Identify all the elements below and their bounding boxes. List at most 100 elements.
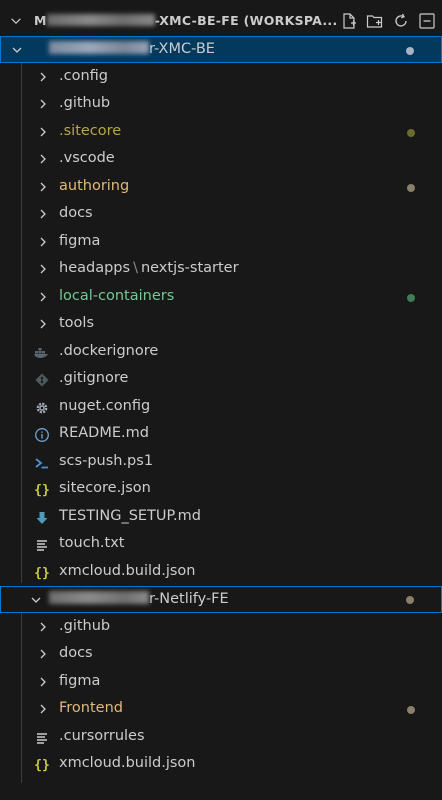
file-testing-setup[interactable]: TESTING_SETUP.md [0,504,442,531]
git-icon [34,372,50,388]
json-icon: {} [34,482,50,498]
workspace-root-xmc-be[interactable]: r-XMC-BE [0,36,442,63]
file-touch-txt[interactable]: touch.txt [0,531,442,558]
status-dot [407,706,415,714]
workspace-title-prefix: M [34,13,47,28]
chevron-right-icon [40,292,46,302]
item-label: xmcloud.build.json [59,755,196,771]
item-label: .dockerignore [59,343,159,359]
item-label: .vscode [59,150,115,166]
item-label: .config [59,68,108,84]
folder-figma-2[interactable]: figma [0,669,442,696]
chevron-right-icon [40,704,46,714]
folder-authoring[interactable]: authoring [0,174,442,201]
folder-config[interactable]: .config [0,64,442,91]
item-label: nextjs-starter [140,260,239,276]
item-label: README.md [59,425,149,441]
text-file-icon [34,730,50,746]
file-sitecore-json[interactable]: {} sitecore.json [0,476,442,503]
redacted-text [49,591,149,604]
folder-github[interactable]: .github [0,91,442,118]
refresh-icon[interactable] [392,12,410,30]
docker-icon [33,345,49,361]
markdown-download-icon [34,510,50,526]
path-separator: \ [133,260,138,276]
chevron-right-icon [40,127,46,137]
folder-figma[interactable]: figma [0,229,442,256]
redacted-text [46,14,155,26]
item-label: tools [59,315,95,331]
root-name-suffix: r-Netlify-FE [149,591,229,607]
root-name-suffix: r-XMC-BE [149,41,215,57]
chevron-right-icon [40,182,46,192]
chevron-right-icon [40,209,46,219]
folder-tools[interactable]: tools [0,311,442,338]
chevron-down-icon[interactable] [9,14,23,28]
item-label: headapps [59,260,131,276]
chevron-right-icon [40,319,46,329]
new-folder-icon[interactable] [366,12,384,30]
item-label: figma [59,673,101,689]
chevron-right-icon [40,72,46,82]
file-xmcloud-build[interactable]: {} xmcloud.build.json [0,559,442,586]
text-file-icon [34,537,50,553]
redacted-text [49,41,149,54]
folder-vscode[interactable]: .vscode [0,146,442,173]
folder-docs[interactable]: docs [0,201,442,228]
status-dot [407,294,415,302]
status-dot [407,184,415,192]
chevron-right-icon [40,677,46,687]
item-label: xmcloud.build.json [59,563,196,579]
item-label: sitecore.json [59,480,151,496]
chevron-right-icon [40,622,46,632]
folder-frontend[interactable]: Frontend [0,696,442,723]
item-label: .github [59,95,111,111]
item-label: TESTING_SETUP.md [59,508,201,524]
workspace-root-netlify-fe[interactable]: r-Netlify-FE [0,586,442,613]
chevron-right-icon [40,264,46,274]
file-xmcloud-build-2[interactable]: {} xmcloud.build.json [0,751,442,778]
folder-local-containers[interactable]: local-containers [0,284,442,311]
item-label: docs [59,205,93,221]
item-label: authoring [59,178,130,194]
item-label: touch.txt [59,535,125,551]
item-label: .sitecore [59,123,122,139]
collapse-all-icon[interactable] [418,12,436,30]
chevron-right-icon [40,99,46,109]
workspace-title-suffix: -XMC-BE-FE (WORKSPA... [154,13,338,28]
item-label: scs-push.ps1 [59,453,154,469]
status-dot [406,47,414,55]
item-label: nuget.config [59,398,151,414]
file-nuget-config[interactable]: nuget.config [0,394,442,421]
status-dot [407,129,415,137]
new-file-icon[interactable] [340,12,358,30]
workspace-header[interactable]: M -XMC-BE-FE (WORKSPA... [0,6,442,36]
chevron-right-icon [40,237,46,247]
explorer-toolbar [340,12,436,30]
chevron-right-icon [40,154,46,164]
folder-docs-2[interactable]: docs [0,641,442,668]
file-dockerignore[interactable]: .dockerignore [0,339,442,366]
file-cursorrules[interactable]: .cursorrules [0,724,442,751]
root-label: r-Netlify-FE [49,591,229,607]
item-label: Frontend [59,700,123,716]
gear-icon [34,400,50,416]
compact-folder-label: headapps \ nextjs-starter [59,260,239,276]
item-label: .gitignore [59,370,129,386]
status-dot [406,596,414,604]
json-icon: {} [34,565,50,581]
file-gitignore[interactable]: .gitignore [0,366,442,393]
chevron-down-icon [31,597,41,603]
folder-headapps[interactable]: headapps \ nextjs-starter [0,256,442,283]
file-scs-push[interactable]: scs-push.ps1 [0,449,442,476]
explorer-panel: M -XMC-BE-FE (WORKSPA... r-XMC-BE .config [0,0,442,800]
powershell-icon [34,455,50,471]
file-readme[interactable]: README.md [0,421,442,448]
item-label: local-containers [59,288,175,304]
folder-sitecore[interactable]: .sitecore [0,119,442,146]
root-label: r-XMC-BE [49,41,215,57]
chevron-right-icon [40,649,46,659]
item-label: .github [59,618,111,634]
folder-github-2[interactable]: .github [0,614,442,641]
item-label: figma [59,233,101,249]
